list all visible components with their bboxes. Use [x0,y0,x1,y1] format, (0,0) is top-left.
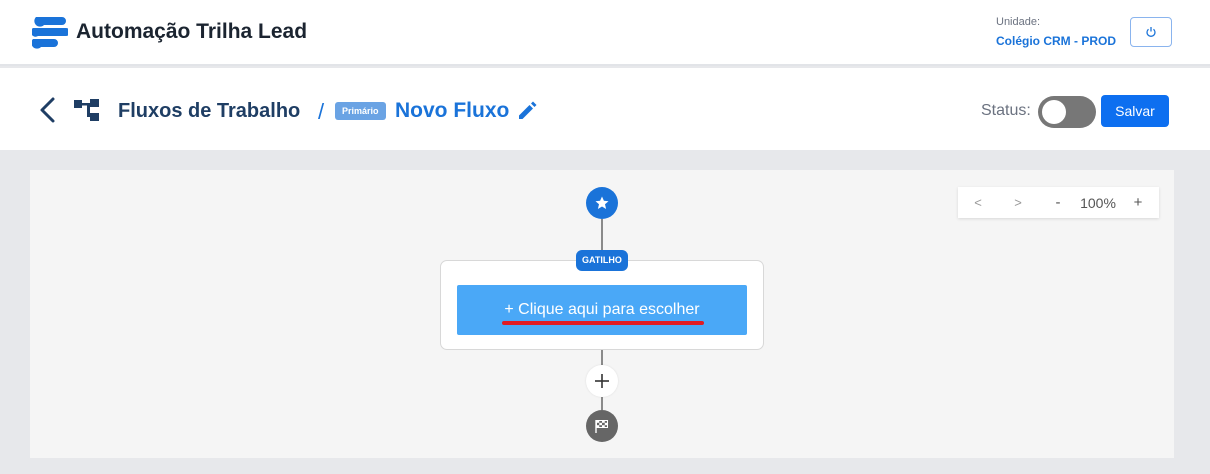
chevron-left-icon[interactable] [36,96,58,124]
add-step-button[interactable] [586,365,618,397]
star-icon [595,196,609,209]
redo-button[interactable]: > [998,195,1038,210]
unit-selector[interactable]: Unidade: Colégio CRM - PROD [996,16,1116,48]
flow-name: Novo Fluxo [395,99,510,122]
red-underline-annotation [502,321,704,325]
flow-tree-icon [74,99,99,121]
app-title: Automação Trilha Lead [76,20,308,43]
plus-icon [595,374,609,388]
zoom-out-button[interactable]: - [1038,194,1078,211]
choose-trigger-button[interactable]: + Clique aqui para escolher [457,285,747,335]
toggle-knob [1042,100,1066,124]
page-header: Fluxos de Trabalho / Primário Novo Fluxo… [0,68,1210,150]
power-icon [1146,27,1156,37]
primary-badge: Primário [335,102,386,120]
connector-line [601,397,603,410]
breadcrumb-separator: / [318,99,325,124]
power-button[interactable] [1130,17,1172,47]
zoom-in-button[interactable]: + [1118,194,1158,211]
trigger-tag: GATILHO [576,250,628,271]
unit-label: Unidade: [996,16,1041,28]
status-toggle[interactable] [1038,96,1096,128]
breadcrumb-title[interactable]: Fluxos de Trabalho [118,100,300,123]
trigger-card: + Clique aqui para escolher [440,260,764,350]
checkered-flag-icon [595,420,608,433]
undo-button[interactable]: < [958,195,998,210]
end-node [586,410,618,442]
save-button[interactable]: Salvar [1101,95,1169,127]
status-label: Status: [981,102,1031,119]
connector-line [601,350,603,365]
pencil-icon[interactable] [516,100,538,122]
zoom-controls: < > - 100% + [958,187,1159,218]
top-header: Automação Trilha Lead Unidade: Colégio C… [0,0,1210,66]
start-node [586,187,618,219]
unit-value[interactable]: Colégio CRM - PROD [996,34,1116,48]
workflow-canvas[interactable]: < > - 100% + + Clique aqui para escolher… [30,170,1174,458]
stacked-bars-logo-icon [32,17,68,49]
zoom-level: 100% [1080,194,1116,211]
